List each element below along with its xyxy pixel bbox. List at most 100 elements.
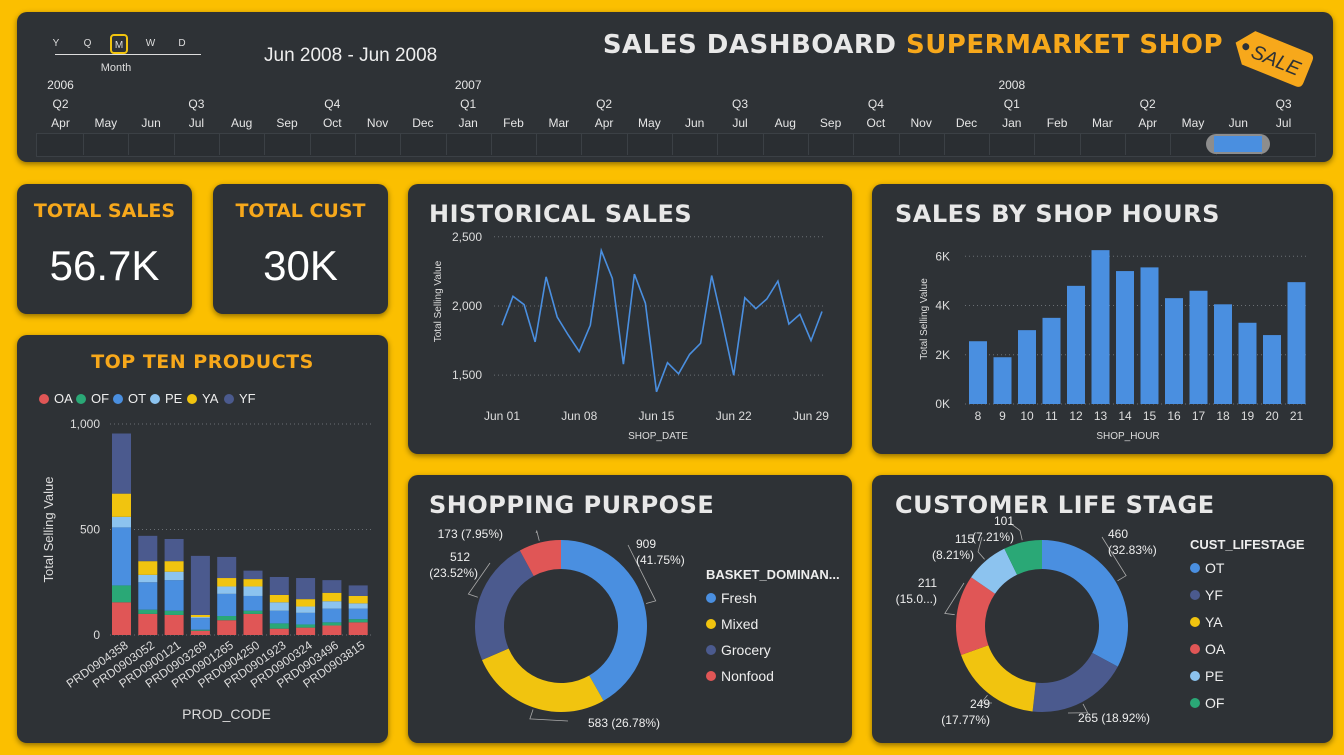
bar-segment-oa[interactable] — [296, 627, 316, 635]
bar-segment-of[interactable] — [348, 619, 368, 623]
bar-segment-ot[interactable] — [164, 580, 184, 611]
bar-segment-ot[interactable] — [348, 608, 368, 620]
timeline-month-label[interactable]: Apr — [595, 116, 614, 130]
donut-slice-fresh[interactable] — [561, 540, 647, 701]
bar[interactable] — [1287, 282, 1306, 404]
bar-segment-ya[interactable] — [164, 561, 184, 572]
timeline-month-label[interactable]: Mar — [548, 116, 569, 130]
bar-segment-ya[interactable] — [322, 592, 342, 602]
timeline-month-label[interactable]: Oct — [323, 116, 342, 130]
bar-segment-yf[interactable] — [243, 570, 263, 580]
bar-segment-pe[interactable] — [269, 602, 289, 611]
bar-segment-ya[interactable] — [348, 595, 368, 604]
legend-item-pe[interactable]: PE — [1190, 668, 1224, 684]
bar-segment-ot[interactable] — [296, 612, 316, 625]
legend-item-yf[interactable]: YF — [1190, 587, 1223, 603]
legend-item-grocery[interactable]: Grocery — [706, 642, 771, 658]
legend-item-fresh[interactable]: Fresh — [706, 590, 757, 606]
bar-segment-pe[interactable] — [243, 586, 263, 596]
bar-segment-oa[interactable] — [269, 628, 289, 635]
bar-segment-ya[interactable] — [296, 599, 316, 607]
bar-segment-pe[interactable] — [217, 586, 237, 594]
bar-segment-pe[interactable] — [190, 617, 210, 619]
bar-segment-oa[interactable] — [217, 620, 237, 635]
bar-segment-ya[interactable] — [243, 579, 263, 587]
bar-segment-ot[interactable] — [269, 610, 289, 624]
donut-slice-mixed[interactable] — [481, 648, 604, 712]
bar[interactable] — [1165, 298, 1183, 404]
timeline-month-label[interactable]: Jan — [459, 116, 478, 130]
bar-segment-oa[interactable] — [164, 614, 184, 635]
bar-segment-yf[interactable] — [296, 578, 316, 600]
bar-segment-yf[interactable] — [164, 538, 184, 562]
bar-segment-ot[interactable] — [243, 595, 263, 611]
bar-segment-ot[interactable] — [190, 618, 210, 630]
timeline-month-label[interactable]: Aug — [231, 116, 252, 130]
timeline-month-label[interactable]: Jan — [1002, 116, 1021, 130]
timeline-month-label[interactable]: Jun — [1229, 116, 1248, 130]
timeline-month-label[interactable]: Apr — [1138, 116, 1157, 130]
series-line[interactable] — [501, 247, 823, 393]
timeline-month-label[interactable]: Feb — [503, 116, 524, 130]
bar-segment-oa[interactable] — [190, 630, 210, 635]
bar[interactable] — [1189, 290, 1208, 404]
bar-segment-pe[interactable] — [322, 601, 342, 609]
donut-slice-ot[interactable] — [1042, 540, 1128, 667]
donut-slice-grocery[interactable] — [475, 550, 534, 660]
bar-segment-of[interactable] — [269, 623, 289, 629]
timeline-month-label[interactable]: Nov — [367, 116, 388, 130]
bar-segment-yf[interactable] — [112, 433, 131, 494]
bar-segment-oa[interactable] — [322, 625, 342, 635]
bar-segment-oa[interactable] — [112, 602, 131, 635]
timeline-month-label[interactable]: Jun — [685, 116, 704, 130]
timeline-track[interactable] — [36, 133, 1316, 157]
bar-segment-ot[interactable] — [112, 527, 131, 586]
bar-segment-ya[interactable] — [112, 493, 131, 517]
bar-segment-ya[interactable] — [138, 561, 158, 575]
timeline-month-label[interactable]: Sep — [276, 116, 297, 130]
bar-segment-pe[interactable] — [112, 516, 131, 528]
timeline-month-label[interactable]: Dec — [412, 116, 433, 130]
bar-segment-oa[interactable] — [348, 622, 368, 635]
bar[interactable] — [1067, 285, 1085, 404]
timeline-month-label[interactable]: May — [94, 116, 117, 130]
legend-item-nonfood[interactable]: Nonfood — [706, 668, 774, 684]
timeline-month-label[interactable]: Sep — [820, 116, 841, 130]
timeline-month-label[interactable]: May — [1182, 116, 1205, 130]
timeline-month-label[interactable]: Jul — [732, 116, 747, 130]
bar[interactable] — [1214, 304, 1232, 404]
timeline-month-label[interactable]: Jul — [189, 116, 204, 130]
bar[interactable] — [969, 341, 987, 404]
timeline-month-label[interactable]: May — [638, 116, 661, 130]
timeline-month-label[interactable]: Aug — [775, 116, 796, 130]
bar[interactable] — [1140, 267, 1159, 404]
bar[interactable] — [993, 357, 1012, 404]
bar[interactable] — [1091, 250, 1110, 404]
bar-segment-of[interactable] — [190, 629, 210, 631]
timeline-month-label[interactable]: Apr — [51, 116, 70, 130]
bar-segment-ya[interactable] — [217, 578, 237, 587]
timeline-month-label[interactable]: Feb — [1047, 116, 1068, 130]
bar[interactable] — [1263, 335, 1281, 404]
bar-segment-yf[interactable] — [269, 576, 289, 595]
donut-slice-yf[interactable] — [1032, 652, 1118, 712]
legend-item-oa[interactable]: OA — [1190, 641, 1225, 657]
bar-segment-ya[interactable] — [269, 594, 289, 603]
bar-segment-ot[interactable] — [322, 608, 342, 623]
timeline-selected-range-handle[interactable] — [1206, 134, 1271, 154]
bar-segment-of[interactable] — [164, 610, 184, 615]
bar[interactable] — [1042, 317, 1061, 404]
legend-item-of[interactable]: OF — [1190, 695, 1224, 711]
bar-segment-yf[interactable] — [348, 585, 368, 596]
bar-segment-oa[interactable] — [138, 613, 158, 635]
timeline-month-label[interactable]: Mar — [1092, 116, 1113, 130]
bar-segment-pe[interactable] — [138, 574, 158, 583]
legend-item-ya[interactable]: YA — [1190, 614, 1223, 630]
bar-segment-yf[interactable] — [322, 580, 342, 593]
bar-segment-yf[interactable] — [138, 535, 158, 562]
timeline-month-label[interactable]: Jun — [141, 116, 160, 130]
bar-segment-ya[interactable] — [190, 614, 210, 618]
bar-segment-of[interactable] — [322, 622, 342, 626]
timeline-month-label[interactable]: Nov — [911, 116, 932, 130]
bar-segment-ot[interactable] — [138, 582, 158, 610]
